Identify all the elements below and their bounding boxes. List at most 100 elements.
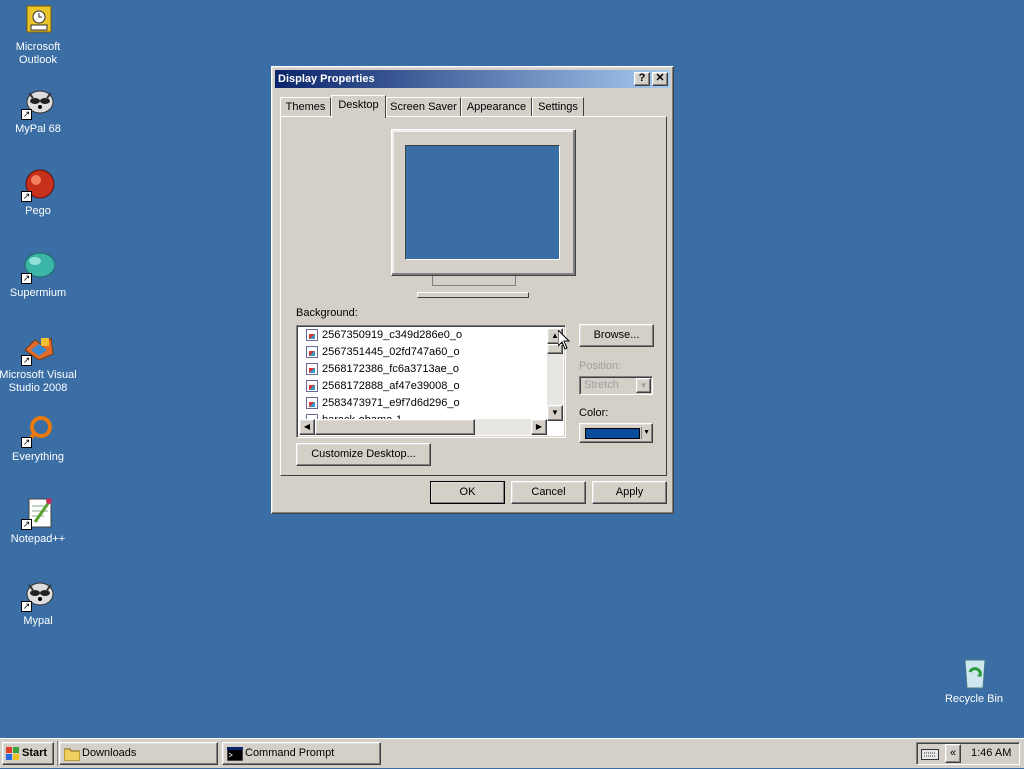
scroll-left-button[interactable]: ◀ <box>299 419 315 435</box>
color-picker-button[interactable]: ▼ <box>579 423 653 443</box>
arrow-right-icon: ▶ <box>535 422 543 431</box>
shortcut-arrow-icon: ↗ <box>21 355 32 366</box>
position-value: Stretch <box>584 379 619 391</box>
list-item[interactable]: 2567351445_02fd747a60_o <box>306 344 460 361</box>
list-item-label: 2567351445_02fd747a60_o <box>322 346 460 358</box>
keyboard-icon[interactable] <box>921 747 939 763</box>
horizontal-scroll-thumb[interactable] <box>315 419 475 435</box>
color-swatch <box>585 428 640 439</box>
arrow-down-icon: ▼ <box>551 408 559 417</box>
tab-settings[interactable]: Settings <box>532 97 584 117</box>
tab-desktop[interactable]: Desktop <box>331 95 386 118</box>
shortcut-arrow-icon: ↗ <box>21 601 32 612</box>
shortcut-arrow-icon: ↗ <box>21 191 32 202</box>
shortcut-arrow-icon: ↗ <box>21 273 32 284</box>
desktop-icon-label: Recycle Bin <box>944 693 1004 705</box>
desktop-icon-label: Pego <box>25 205 51 217</box>
desktop-icon-label: Notepad++ <box>10 533 66 545</box>
display-properties-dialog: Display Properties ? ✕ Themes Desktop Sc… <box>271 66 674 514</box>
list-item-label: 2583473971_e9f7d6d296_o <box>322 397 460 409</box>
desktop-icon-mypal[interactable]: ↗ Mypal <box>0 578 78 628</box>
arrow-left-icon: ◀ <box>303 422 311 431</box>
desktop-icon-supermium[interactable]: ↗ Supermium <box>0 250 78 300</box>
apply-button[interactable]: Apply <box>592 481 667 504</box>
mouse-cursor-icon <box>557 328 571 353</box>
taskbar-button-command-prompt[interactable]: Command Prompt <box>222 742 381 765</box>
system-tray: « 1:46 AM <box>916 742 1020 765</box>
desktop-icon-recycle-bin[interactable]: Recycle Bin <box>934 656 1014 706</box>
start-label: Start <box>22 747 48 759</box>
clock[interactable]: 1:46 AM <box>971 747 1011 759</box>
ok-button[interactable]: OK <box>430 481 505 504</box>
taskbar-button-downloads[interactable]: Downloads <box>59 742 218 765</box>
background-label: Background: <box>296 307 358 319</box>
shortcut-arrow-icon: ↗ <box>21 519 32 530</box>
everything-search-icon: ↗ <box>21 414 55 448</box>
position-dropdown[interactable]: Stretch ▼ <box>579 376 653 395</box>
scroll-down-button[interactable]: ▼ <box>547 405 563 421</box>
preview-screen <box>405 145 560 260</box>
list-item[interactable]: 2568172888_af47e39008_o <box>306 378 460 395</box>
customize-desktop-button[interactable]: Customize Desktop... <box>296 443 431 466</box>
close-button[interactable]: ✕ <box>652 72 668 86</box>
scroll-right-button[interactable]: ▶ <box>531 419 547 435</box>
desktop-icon-visual-studio[interactable]: ↗ Microsoft Visual Studio 2008 <box>0 332 78 395</box>
windows-logo-icon <box>6 747 20 768</box>
desktop-icon-notepad-plus-plus[interactable]: ↗ Notepad++ <box>0 496 78 546</box>
browse-button[interactable]: Browse... <box>579 324 654 347</box>
visual-studio-icon: ↗ <box>21 332 55 366</box>
desktop-icon-label: Microsoft Visual Studio 2008 <box>0 369 77 394</box>
monitor-base <box>417 292 529 298</box>
tab-themes[interactable]: Themes <box>280 97 331 117</box>
desktop-icon-everything[interactable]: ↗ Everything <box>0 414 78 464</box>
shortcut-arrow-icon: ↗ <box>21 109 32 120</box>
task-label: Command Prompt <box>245 747 335 759</box>
desktop-icon-label: Microsoft Outlook <box>15 41 61 66</box>
chevron-down-icon[interactable]: ▼ <box>636 378 651 393</box>
image-file-icon <box>306 380 318 393</box>
color-label: Color: <box>579 407 609 419</box>
outlook-icon <box>21 4 55 38</box>
start-button[interactable]: Start <box>2 742 54 765</box>
horizontal-scrollbar[interactable]: ◀ ▶ <box>299 419 547 435</box>
image-file-icon <box>306 397 318 410</box>
image-file-icon <box>306 346 318 359</box>
close-icon: ✕ <box>655 72 665 84</box>
desktop-icon-label: Everything <box>12 451 64 463</box>
shortcut-arrow-icon: ↗ <box>21 437 32 448</box>
show-hidden-icons-button[interactable]: « <box>945 744 961 763</box>
tab-screen-saver[interactable]: Screen Saver <box>386 97 461 117</box>
list-item[interactable]: 2568172386_fc6a3713ae_o <box>306 361 459 378</box>
list-item[interactable]: 2567350919_c349d286e0_o <box>306 327 462 344</box>
cancel-button[interactable]: Cancel <box>511 481 586 504</box>
list-item-label: 2567350919_c349d286e0_o <box>322 329 463 341</box>
list-item-label: 2568172888_af47e39008_o <box>322 380 460 392</box>
dialog-titlebar[interactable]: Display Properties ? ✕ <box>275 70 670 88</box>
desktop-icon-pego[interactable]: ↗ Pego <box>0 168 78 218</box>
chevron-down-icon: ▼ <box>641 427 650 439</box>
list-item[interactable]: 2583473971_e9f7d6d296_o <box>306 395 460 412</box>
desktop-tab-panel: Background: 2567350919_c349d286e0_o 2567… <box>280 116 667 476</box>
recycle-bin-icon <box>957 656 991 690</box>
list-item-label: 2568172386_fc6a3713ae_o <box>322 363 460 375</box>
image-file-icon <box>306 363 318 376</box>
desktop-icon-label: Supermium <box>9 287 67 299</box>
desktop-icon-label: MyPal 68 <box>15 123 61 135</box>
raccoon-icon: ↗ <box>21 578 55 612</box>
raccoon-icon: ↗ <box>21 86 55 120</box>
command-prompt-icon <box>226 746 244 769</box>
position-label: Position: <box>579 360 622 372</box>
supermium-icon: ↗ <box>21 250 56 284</box>
folder-icon <box>63 747 81 769</box>
list-item[interactable]: barack-obama-1 <box>306 412 402 419</box>
pego-icon: ↗ <box>21 168 55 202</box>
taskbar: Start Downloads Command Prompt « 1:46 AM <box>0 738 1024 768</box>
background-listbox[interactable]: 2567350919_c349d286e0_o 2567351445_02fd7… <box>296 325 566 438</box>
desktop-icon-mypal-68[interactable]: ↗ MyPal 68 <box>0 86 78 136</box>
monitor-stand <box>432 276 516 286</box>
desktop-icon-label: Mypal <box>23 615 53 627</box>
monitor-preview <box>391 129 576 276</box>
tab-appearance[interactable]: Appearance <box>461 97 532 117</box>
help-button[interactable]: ? <box>634 72 650 86</box>
desktop-icon-outlook[interactable]: Microsoft Outlook <box>0 4 78 67</box>
